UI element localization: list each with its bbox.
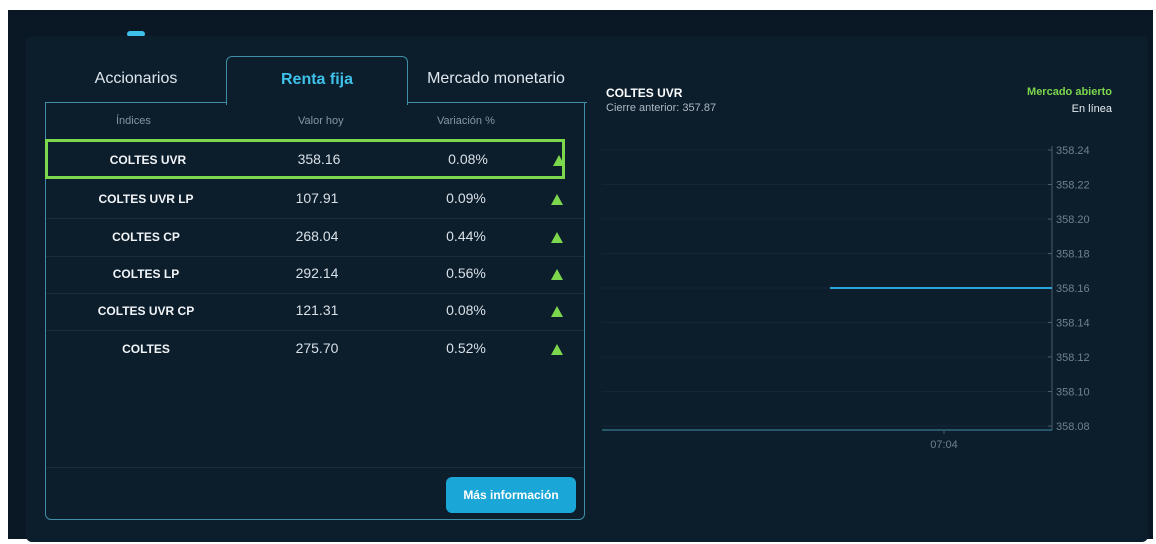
- price-chart: 358.24 358.22 358.20 358.18 358.16 358.14 358.…: [602, 145, 1090, 451]
- table-row[interactable]: COLTES 275.70 0.52%: [46, 331, 584, 368]
- app-frame: Accionarios Renta fija Mercado monetario…: [8, 10, 1153, 542]
- header-indices: Índices: [116, 115, 151, 127]
- table-row[interactable]: COLTES UVR CP 121.31 0.08%: [46, 293, 584, 331]
- row-name: COLTES UVR: [109, 153, 187, 167]
- row-change: 0.56%: [446, 265, 486, 281]
- row-change: 0.09%: [446, 190, 486, 206]
- table-row[interactable]: COLTES CP 268.04 0.44%: [46, 219, 584, 257]
- y-tick-label: 358.08: [1056, 421, 1090, 433]
- row-value: 121.31: [295, 302, 339, 318]
- row-value: 107.91: [295, 190, 339, 206]
- row-value: 268.04: [295, 228, 339, 244]
- indices-table: Índices Valor hoy Variación % COLTES UVR…: [45, 102, 587, 520]
- tab-renta-fija[interactable]: Renta fija: [226, 56, 408, 105]
- y-tick-label: 358.20: [1056, 214, 1090, 226]
- up-arrow-icon: [551, 194, 563, 205]
- row-value: 292.14: [295, 265, 339, 281]
- row-name: COLTES LP: [112, 267, 180, 281]
- tab-mercado-monetario[interactable]: Mercado monetario: [406, 56, 586, 102]
- y-tick-label: 358.10: [1056, 387, 1090, 399]
- table-header: Índices Valor hoy Variación %: [46, 103, 584, 141]
- row-change: 0.08%: [446, 302, 486, 318]
- row-value: 358.16: [297, 151, 341, 167]
- x-tick-label: 07:04: [930, 439, 958, 451]
- y-tick-label: 358.24: [1056, 145, 1090, 157]
- row-change: 0.52%: [446, 340, 486, 356]
- row-change: 0.08%: [448, 151, 488, 167]
- row-value: 275.70: [295, 340, 339, 356]
- footer-divider: [46, 467, 584, 468]
- table-row[interactable]: COLTES UVR LP 107.91 0.09%: [46, 181, 584, 219]
- row-name: COLTES CP: [112, 230, 180, 244]
- table-row-coltes-uvr[interactable]: COLTES UVR 358.16 0.08%: [45, 139, 565, 179]
- row-name: COLTES UVR CP: [97, 304, 195, 318]
- y-tick-label: 358.18: [1056, 249, 1090, 261]
- up-arrow-icon: [553, 155, 565, 166]
- connection-status: En línea: [1071, 103, 1112, 115]
- header-variacion: Variación %: [437, 115, 495, 127]
- up-arrow-icon: [551, 344, 563, 355]
- header-valor-hoy: Valor hoy: [298, 115, 344, 127]
- chart-title: COLTES UVR: [606, 86, 683, 100]
- y-tick-label: 358.22: [1056, 180, 1090, 192]
- market-status: Mercado abierto: [1027, 86, 1112, 98]
- row-name: COLTES UVR LP: [98, 192, 194, 206]
- y-tick-label: 358.16: [1056, 283, 1090, 295]
- row-name: COLTES: [122, 342, 170, 356]
- table-row[interactable]: COLTES LP 292.14 0.56%: [46, 256, 584, 294]
- tab-accionarios[interactable]: Accionarios: [46, 56, 226, 102]
- more-info-button[interactable]: Más información: [446, 477, 576, 513]
- y-tick-label: 358.14: [1056, 318, 1090, 330]
- up-arrow-icon: [551, 232, 563, 243]
- previous-close: Cierre anterior: 357.87: [606, 102, 717, 114]
- up-arrow-icon: [551, 306, 563, 317]
- row-change: 0.44%: [446, 228, 486, 244]
- market-panel: Accionarios Renta fija Mercado monetario…: [26, 36, 1148, 542]
- y-tick-label: 358.12: [1056, 352, 1090, 364]
- up-arrow-icon: [551, 269, 563, 280]
